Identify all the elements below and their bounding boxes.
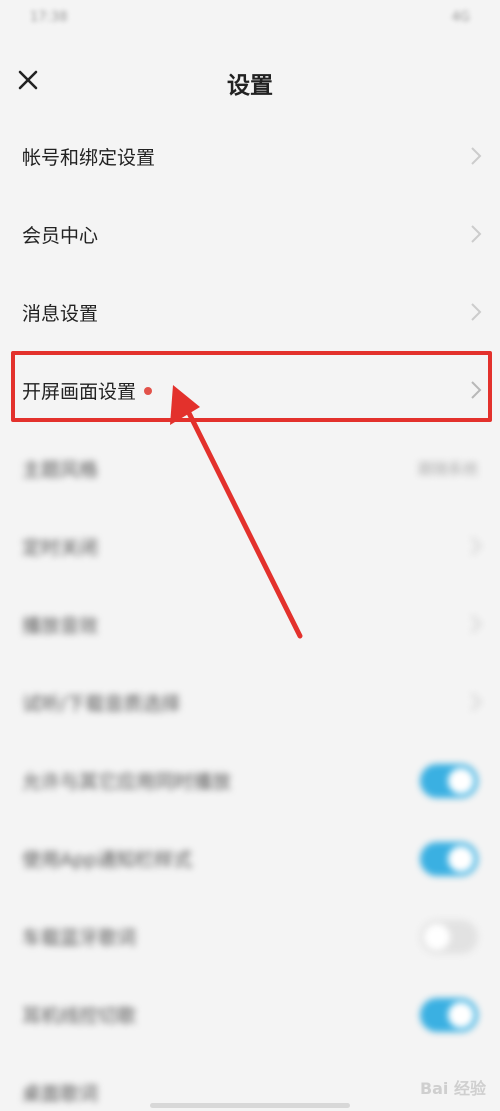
- toggle-knob: [448, 1002, 474, 1028]
- row-audio-quality[interactable]: 试听/下载音质选择: [0, 664, 500, 742]
- row-theme-style[interactable]: 主题风格 跟随系统: [0, 430, 500, 508]
- row-label: 耳机线控切歌: [22, 1005, 137, 1027]
- status-time: 17:38: [30, 10, 68, 25]
- toggle-knob: [448, 846, 474, 872]
- header: 设置: [0, 50, 500, 112]
- toggle-switch[interactable]: [420, 842, 478, 876]
- toggle-knob: [448, 768, 474, 794]
- highlight-annotation-box: [11, 351, 492, 422]
- chevron-right-icon: [470, 301, 482, 323]
- row-sleep-timer[interactable]: 定时关闭: [0, 508, 500, 586]
- chevron-right-icon: [470, 691, 482, 713]
- toggle-switch[interactable]: [420, 764, 478, 798]
- row-label: 试听/下载音质选择: [22, 693, 181, 715]
- home-indicator: [150, 1103, 350, 1108]
- row-label: 会员中心: [22, 225, 99, 247]
- row-label: 播放音效: [22, 615, 99, 637]
- row-allow-simultaneous-play: 允许与其它应用同时播放: [0, 742, 500, 820]
- status-indicators: 4G: [451, 10, 470, 25]
- toggle-switch[interactable]: [420, 920, 478, 954]
- watermark: Bai 经验: [419, 1079, 486, 1098]
- row-member-center[interactable]: 会员中心: [0, 196, 500, 274]
- settings-list: 帐号和绑定设置 会员中心 消息设置 开屏画面设置 主题风格 跟随系统 定时关闭 …: [0, 118, 500, 1111]
- chevron-right-icon: [470, 145, 482, 167]
- row-label: 主题风格: [22, 459, 99, 481]
- row-value: 跟随系统: [417, 460, 478, 478]
- chevron-right-icon: [470, 535, 482, 557]
- status-bar: 17:38 4G: [0, 0, 500, 40]
- row-label: 消息设置: [22, 303, 99, 325]
- row-account-binding[interactable]: 帐号和绑定设置: [0, 118, 500, 196]
- row-sound-effects[interactable]: 播放音效: [0, 586, 500, 664]
- row-label: 允许与其它应用同时播放: [22, 771, 232, 793]
- toggle-knob: [424, 924, 450, 950]
- row-app-notification-style: 使用App通知栏样式: [0, 820, 500, 898]
- row-label: 帐号和绑定设置: [22, 147, 156, 169]
- chevron-right-icon: [470, 613, 482, 635]
- row-label: 定时关闭: [22, 537, 99, 559]
- row-label: 桌面歌词: [22, 1083, 99, 1105]
- toggle-switch[interactable]: [420, 998, 478, 1032]
- page-title: 设置: [227, 73, 273, 99]
- chevron-right-icon: [470, 223, 482, 245]
- row-message-settings[interactable]: 消息设置: [0, 274, 500, 352]
- row-label: 使用App通知栏样式: [22, 849, 193, 871]
- row-headset-control: 耳机线控切歌: [0, 976, 500, 1054]
- row-label: 车载蓝牙歌词: [22, 927, 137, 949]
- row-car-bluetooth-lyrics: 车载蓝牙歌词: [0, 898, 500, 976]
